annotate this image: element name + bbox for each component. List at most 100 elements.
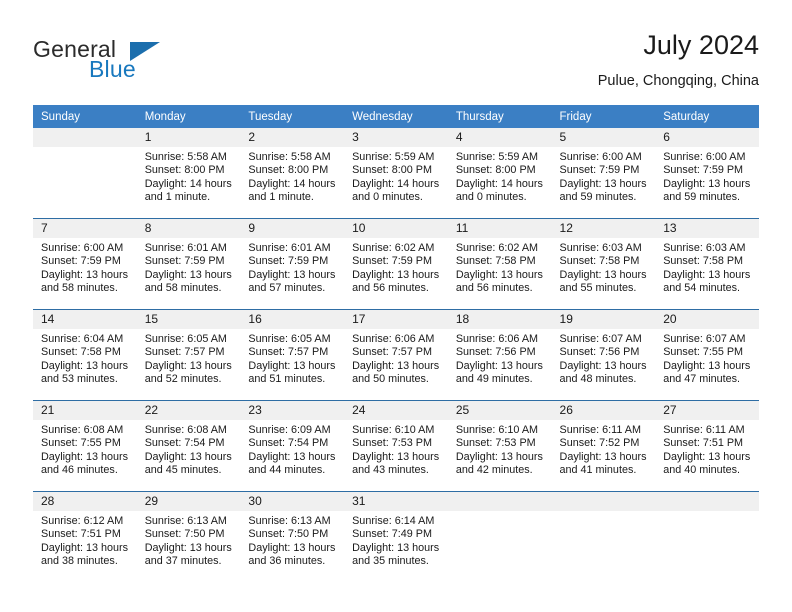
day-cell-inner: 22 Sunrise: 6:08 AM Sunset: 7:54 PM Dayligh… [136, 401, 241, 491]
weekday-header-saturday: Saturday [655, 105, 759, 128]
calendar-day-cell[interactable]: 20 Sunrise: 6:07 AM Sunset: 7:55 PM Dayligh… [655, 309, 759, 401]
sunset-time: Sunset: 7:53 PM [352, 437, 432, 450]
calendar-day-cell[interactable]: 28 Sunrise: 6:12 AM Sunset: 7:51 PM Dayligh… [33, 491, 137, 582]
sunrise-time: Sunrise: 6:10 AM [455, 424, 539, 436]
calendar-day-cell[interactable]: 23 Sunrise: 6:09 AM Sunset: 7:54 PM Dayligh… [240, 400, 345, 492]
calendar-day-cell[interactable]: 4 Sunrise: 5:59 AM Sunset: 8:00 PM Daylight… [447, 128, 552, 219]
day-sun-info: Sunrise: 6:09 AM Sunset: 7:54 PM Daylight:… [240, 420, 344, 478]
calendar-day-cell[interactable]: 17 Sunrise: 6:06 AM Sunset: 7:57 PM Dayligh… [344, 309, 448, 401]
calendar-day-cell[interactable]: 18 Sunrise: 6:06 AM Sunset: 7:56 PM Dayligh… [447, 309, 552, 401]
calendar-day-cell[interactable]: 13 Sunrise: 6:03 AM Sunset: 7:58 PM Dayligh… [655, 218, 759, 310]
calendar-week-row: 14 Sunrise: 6:04 AM Sunset: 7:58 PM Dayligh… [33, 309, 759, 401]
day-number: 23 [240, 401, 345, 420]
calendar-day-cell[interactable]: 5 Sunrise: 6:00 AM Sunset: 7:59 PM Daylight… [551, 128, 656, 219]
daylight-duration-line2: and 42 minutes. [455, 464, 533, 477]
day-number: 20 [655, 310, 759, 329]
sunset-time: Sunset: 7:56 PM [455, 346, 536, 359]
day-number: 14 [33, 310, 137, 329]
sunset-time: Sunset: 7:59 PM [248, 255, 329, 268]
daylight-duration-line2: and 48 minutes. [559, 373, 637, 386]
sunset-time: Sunset: 7:55 PM [41, 437, 121, 450]
daylight-duration-line1: Daylight: 13 hours [559, 268, 647, 281]
calendar-day-cell[interactable]: 16 Sunrise: 6:05 AM Sunset: 7:57 PM Dayligh… [240, 309, 345, 401]
daylight-duration-line2: and 57 minutes. [248, 282, 326, 295]
daylight-duration-line2: and 43 minutes. [352, 464, 429, 477]
daylight-duration-line1: Daylight: 14 hours [144, 177, 232, 190]
daylight-duration-line2: and 53 minutes. [41, 373, 118, 386]
day-number: 10 [344, 219, 448, 238]
calendar-day-cell[interactable]: 8 Sunrise: 6:01 AM Sunset: 7:59 PM Daylight… [136, 218, 241, 310]
calendar-day-cell[interactable]: 30 Sunrise: 6:13 AM Sunset: 7:50 PM Dayligh… [240, 491, 345, 582]
sunset-time: Sunset: 7:55 PM [663, 346, 744, 359]
calendar-day-cell[interactable]: 2 Sunrise: 5:58 AM Sunset: 8:00 PM Daylight… [240, 128, 345, 219]
daylight-duration-line2: and 46 minutes. [41, 464, 118, 477]
calendar-day-cell[interactable]: 26 Sunrise: 6:11 AM Sunset: 7:52 PM Dayligh… [551, 400, 656, 492]
sunrise-time: Sunrise: 6:08 AM [41, 424, 124, 436]
day-cell-inner: 11 Sunrise: 6:02 AM Sunset: 7:58 PM Dayligh… [447, 219, 552, 309]
calendar-day-cell[interactable]: 14 Sunrise: 6:04 AM Sunset: 7:58 PM Dayligh… [33, 309, 137, 401]
day-cell-inner: 30 Sunrise: 6:13 AM Sunset: 7:50 PM Dayligh… [240, 492, 345, 582]
daylight-duration-line1: Daylight: 13 hours [663, 177, 751, 190]
calendar-day-cell[interactable]: 29 Sunrise: 6:13 AM Sunset: 7:50 PM Dayligh… [136, 491, 241, 582]
day-number [655, 492, 759, 511]
daylight-duration-line1: Daylight: 14 hours [248, 177, 336, 190]
day-number: 6 [655, 128, 759, 147]
weekday-header-monday: Monday [136, 105, 241, 128]
calendar-day-cell[interactable]: 15 Sunrise: 6:05 AM Sunset: 7:57 PM Dayligh… [136, 309, 241, 401]
day-cell-inner: 18 Sunrise: 6:06 AM Sunset: 7:56 PM Dayligh… [447, 310, 552, 400]
calendar-day-cell[interactable]: 11 Sunrise: 6:02 AM Sunset: 7:58 PM Dayligh… [447, 218, 552, 310]
calendar-day-cell[interactable]: 27 Sunrise: 6:11 AM Sunset: 7:51 PM Dayligh… [655, 400, 759, 492]
sunrise-time: Sunrise: 6:05 AM [144, 333, 227, 345]
calendar-day-cell[interactable]: 19 Sunrise: 6:07 AM Sunset: 7:56 PM Dayligh… [551, 309, 656, 401]
calendar-day-cell[interactable]: 3 Sunrise: 5:59 AM Sunset: 8:00 PM Daylight… [344, 128, 448, 219]
day-cell-inner: 29 Sunrise: 6:13 AM Sunset: 7:50 PM Dayligh… [136, 492, 241, 582]
day-number: 24 [344, 401, 448, 420]
calendar-day-cell[interactable]: 22 Sunrise: 6:08 AM Sunset: 7:54 PM Dayligh… [136, 400, 241, 492]
daylight-duration-line2: and 38 minutes. [41, 555, 118, 568]
calendar-day-cell[interactable]: 31 Sunrise: 6:14 AM Sunset: 7:49 PM Dayligh… [344, 491, 448, 582]
daylight-duration-line1: Daylight: 13 hours [248, 359, 336, 372]
sunset-time: Sunset: 7:58 PM [663, 255, 744, 268]
calendar-day-cell[interactable]: 9 Sunrise: 6:01 AM Sunset: 7:59 PM Daylight… [240, 218, 345, 310]
sunrise-sunset-calendar: Sunday Monday Tuesday Wednesday Thursday… [33, 105, 759, 582]
sunset-time: Sunset: 7:54 PM [248, 437, 329, 450]
daylight-duration-line1: Daylight: 13 hours [248, 450, 336, 463]
title-block: July 2024 Pulue, Chongqing, China [598, 28, 759, 91]
day-number [447, 492, 552, 511]
weekday-header-row: Sunday Monday Tuesday Wednesday Thursday… [33, 105, 759, 128]
daylight-duration-line1: Daylight: 13 hours [41, 359, 129, 372]
calendar-day-cell[interactable]: 1 Sunrise: 5:58 AM Sunset: 8:00 PM Daylight… [136, 128, 241, 219]
daylight-duration-line2: and 54 minutes. [663, 282, 741, 295]
day-sun-info: Sunrise: 6:00 AM Sunset: 7:59 PM Daylight:… [552, 147, 656, 205]
calendar-day-cell[interactable]: 25 Sunrise: 6:10 AM Sunset: 7:53 PM Dayligh… [447, 400, 552, 492]
calendar-day-cell[interactable]: 12 Sunrise: 6:03 AM Sunset: 7:58 PM Dayligh… [551, 218, 656, 310]
sunrise-time: Sunrise: 6:11 AM [559, 424, 641, 436]
day-sun-info: Sunrise: 6:03 AM Sunset: 7:58 PM Daylight:… [552, 238, 656, 296]
calendar-day-cell[interactable]: 24 Sunrise: 6:10 AM Sunset: 7:53 PM Dayligh… [344, 400, 448, 492]
calendar-day-cell[interactable]: 6 Sunrise: 6:00 AM Sunset: 7:59 PM Daylight… [655, 128, 759, 219]
sunset-time: Sunset: 7:49 PM [352, 528, 432, 541]
day-number: 12 [551, 219, 656, 238]
daylight-duration-line2: and 49 minutes. [455, 373, 533, 386]
sunset-time: Sunset: 7:59 PM [144, 255, 225, 268]
sunset-time: Sunset: 7:52 PM [559, 437, 640, 450]
daylight-duration-line1: Daylight: 14 hours [352, 177, 440, 190]
day-number: 13 [655, 219, 759, 238]
day-sun-info: Sunrise: 5:59 AM Sunset: 8:00 PM Daylight:… [448, 147, 552, 205]
sunrise-time: Sunrise: 5:58 AM [144, 151, 227, 163]
day-number: 17 [344, 310, 448, 329]
calendar-day-cell[interactable]: 10 Sunrise: 6:02 AM Sunset: 7:59 PM Dayligh… [344, 218, 448, 310]
daylight-duration-line1: Daylight: 13 hours [144, 359, 232, 372]
calendar-day-cell[interactable]: 7 Sunrise: 6:00 AM Sunset: 7:59 PM Daylight… [33, 218, 137, 310]
weekday-header-tuesday: Tuesday [240, 105, 345, 128]
sunrise-time: Sunrise: 6:06 AM [352, 333, 435, 345]
day-number: 28 [33, 492, 137, 511]
calendar-day-cell[interactable]: 21 Sunrise: 6:08 AM Sunset: 7:55 PM Dayligh… [33, 400, 137, 492]
day-cell-inner: 16 Sunrise: 6:05 AM Sunset: 7:57 PM Dayligh… [240, 310, 345, 400]
day-cell-inner: 26 Sunrise: 6:11 AM Sunset: 7:52 PM Dayligh… [551, 401, 656, 491]
day-cell-inner: 2 Sunrise: 5:58 AM Sunset: 8:00 PM Daylight… [240, 128, 345, 218]
daylight-duration-line2: and 35 minutes. [352, 555, 429, 568]
daylight-duration-line2: and 41 minutes. [559, 464, 637, 477]
sunrise-time: Sunrise: 6:05 AM [248, 333, 331, 345]
sunrise-time: Sunrise: 5:59 AM [352, 151, 435, 163]
